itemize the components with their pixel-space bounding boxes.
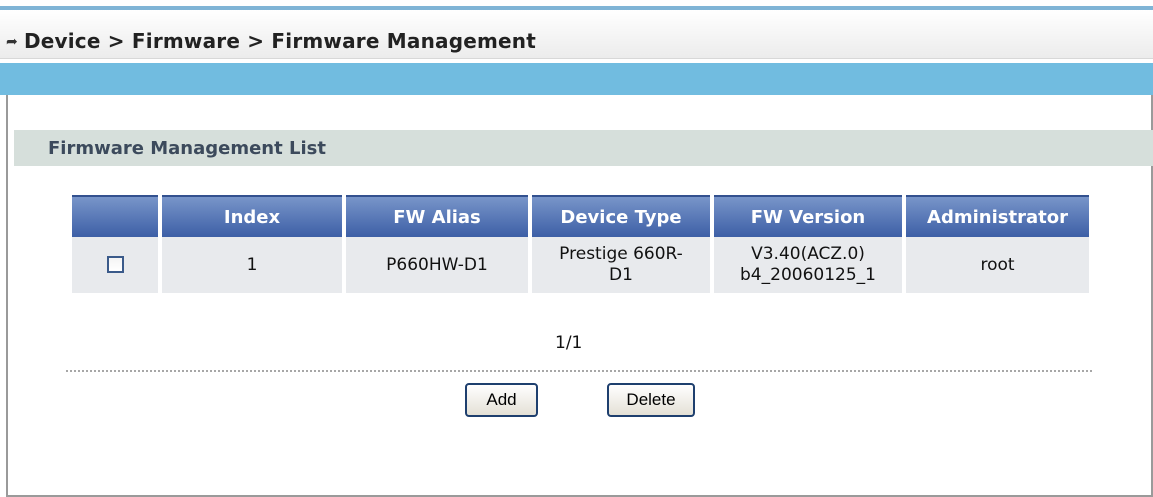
breadcrumb-text: Device > Firmware > Firmware Management: [23, 29, 537, 53]
table-header-row: Index FW Alias Device Type FW Version Ad…: [72, 195, 1089, 237]
row-administrator: root: [906, 237, 1089, 293]
header-band: [0, 63, 1153, 95]
breadcrumb-bar: ➦ Device > Firmware > Firmware Management: [0, 10, 1153, 59]
add-button[interactable]: Add: [465, 383, 538, 417]
row-fw-version: V3.40(ACZ.0) b4_20060125_1: [714, 237, 902, 293]
row-device-type: Prestige 660R- D1: [532, 237, 710, 293]
column-header-select: [72, 195, 158, 237]
row-select-cell: [72, 237, 158, 293]
table-row: 1 P660HW-D1 Prestige 660R- D1 V3.40(ACZ.…: [72, 237, 1089, 293]
column-header-fw-alias[interactable]: FW Alias: [346, 195, 528, 237]
section-title: Firmware Management List: [48, 138, 326, 159]
column-header-fw-version[interactable]: FW Version: [714, 195, 902, 237]
device-type-line-2: D1: [609, 265, 633, 285]
breadcrumb: ➦ Device > Firmware > Firmware Management: [6, 29, 536, 53]
row-fw-alias: P660HW-D1: [346, 237, 528, 293]
row-checkbox[interactable]: [106, 256, 124, 273]
section-title-bar: Firmware Management List: [14, 130, 1153, 166]
page-indicator: 1/1: [555, 333, 583, 353]
double-arrow-icon: ➦: [6, 34, 18, 50]
firmware-table: Index FW Alias Device Type FW Version Ad…: [68, 195, 1093, 293]
device-type-line-1: Prestige 660R-: [559, 244, 683, 264]
divider: [66, 370, 1092, 372]
column-header-administrator[interactable]: Administrator: [906, 195, 1089, 237]
fw-version-line-1: V3.40(ACZ.0): [751, 244, 865, 264]
row-index: 1: [162, 237, 342, 293]
column-header-device-type[interactable]: Device Type: [532, 195, 710, 237]
firmware-management-page: ➦ Device > Firmware > Firmware Management…: [0, 0, 1153, 497]
column-header-index[interactable]: Index: [162, 195, 342, 237]
fw-version-line-2: b4_20060125_1: [740, 265, 876, 285]
delete-button[interactable]: Delete: [607, 383, 695, 417]
